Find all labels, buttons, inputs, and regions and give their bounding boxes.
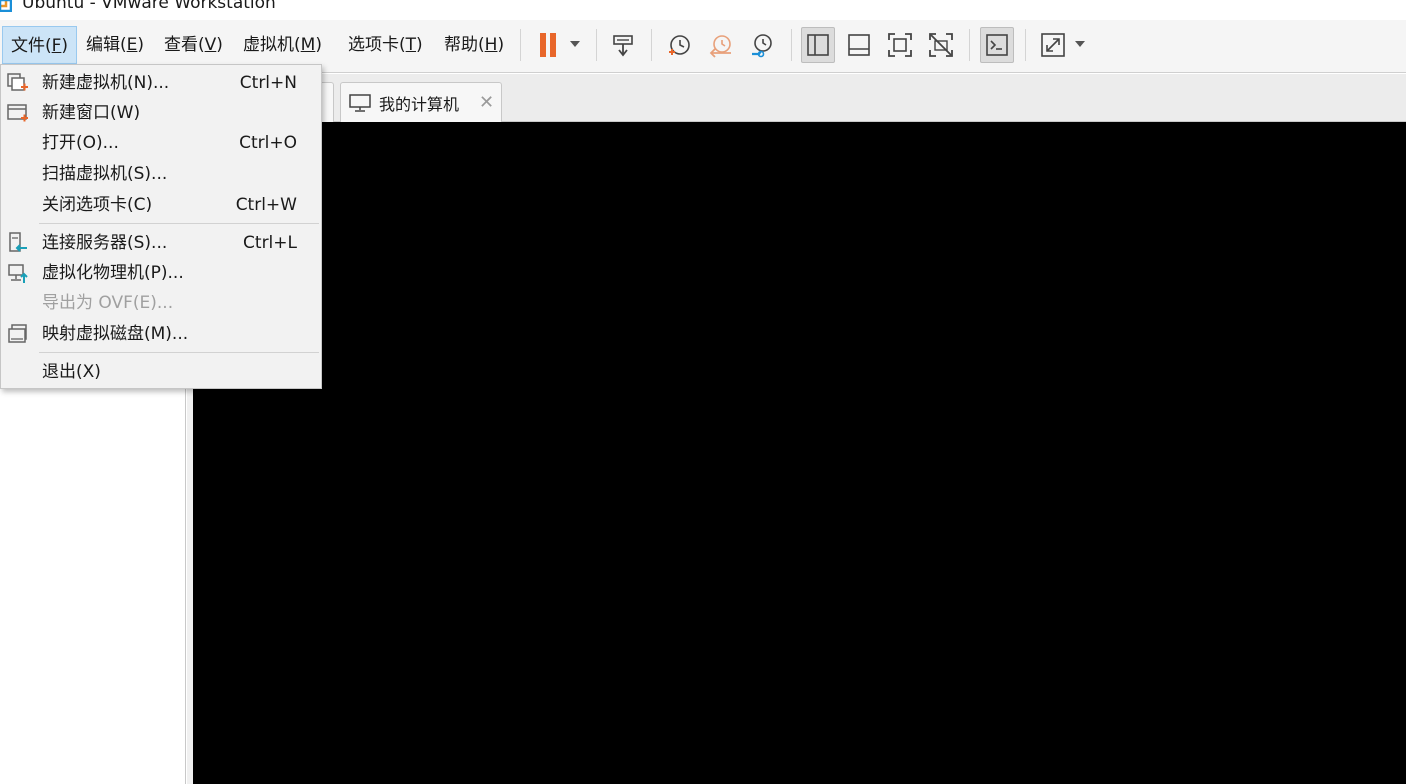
menu-item-close-tab[interactable]: 关闭选项卡(C) Ctrl+W — [1, 190, 321, 220]
menu-tabs[interactable]: 选项卡(T) — [340, 26, 431, 64]
send-ctrl-alt-del-button[interactable] — [607, 27, 641, 63]
toolbar-separator — [596, 29, 597, 61]
vmware-logo-icon — [0, 0, 12, 12]
menu-item-shortcut: Ctrl+O — [239, 133, 297, 153]
menu-item-map-virtual-disk[interactable]: 映射虚拟磁盘(M)... — [1, 319, 321, 349]
console-view-button[interactable] — [980, 27, 1014, 63]
menu-item-shortcut: Ctrl+L — [243, 233, 297, 253]
menu-item-new-vm[interactable]: 新建虚拟机(N)... Ctrl+N — [1, 68, 321, 98]
full-screen-icon — [888, 33, 912, 57]
pause-button[interactable] — [531, 27, 565, 63]
show-thumbnail-bar-button[interactable] — [842, 27, 876, 63]
vm-console[interactable] — [193, 122, 1406, 784]
menu-item-label: 打开(O)... — [42, 133, 119, 153]
snapshot-icon — [669, 35, 690, 55]
menu-edit[interactable]: 编辑(E) — [78, 26, 152, 64]
show-thumbnail-bar-icon — [848, 34, 870, 56]
stretch-guest-button[interactable] — [1036, 27, 1070, 63]
menu-item-label: 映射虚拟磁盘(M)... — [42, 324, 189, 344]
new-window-icon — [7, 104, 28, 122]
toolbar-separator — [520, 29, 521, 61]
toolbar-separator — [969, 29, 970, 61]
map-disk-icon — [8, 324, 27, 343]
show-library-button[interactable] — [801, 27, 835, 63]
menu-item-exit[interactable]: 退出(X) — [1, 357, 321, 387]
menu-item-scan-vms[interactable]: 扫描虚拟机(S)... — [1, 159, 321, 189]
connect-server-icon — [9, 232, 27, 252]
menu-item-label: 连接服务器(S)... — [42, 233, 168, 253]
tab-label: 我的计算机 — [379, 94, 460, 114]
menu-item-label: 关闭选项卡(C) — [42, 195, 153, 215]
revert-snapshot-button[interactable] — [704, 27, 738, 63]
menu-item-export-ovf[interactable]: 导出为 OVF(E)... — [1, 288, 321, 318]
menu-item-connect-server[interactable]: 连接服务器(S)... Ctrl+L — [1, 228, 321, 258]
menu-item-new-window[interactable]: 新建窗口(W) — [1, 98, 321, 128]
toolbar-separator — [1025, 29, 1026, 61]
toolbar-separator — [651, 29, 652, 61]
tab-my-computer[interactable]: 我的计算机 ✕ — [340, 82, 502, 122]
menu-item-label: 新建窗口(W) — [42, 103, 141, 123]
menu-view[interactable]: 查看(V) — [156, 26, 231, 64]
tab-strip: 我的计算机 ✕ — [191, 74, 1406, 122]
take-snapshot-button[interactable] — [662, 27, 696, 63]
full-screen-button[interactable] — [883, 27, 917, 63]
pause-icon — [540, 33, 556, 57]
menu-item-label: 扫描虚拟机(S)... — [42, 164, 168, 184]
console-view-icon — [986, 34, 1008, 56]
toolbar-separator — [791, 29, 792, 61]
menu-file[interactable]: 文件(F) — [2, 26, 78, 64]
menu-item-label: 导出为 OVF(E)... — [42, 293, 174, 313]
menu-vm[interactable]: 虚拟机(M) — [235, 26, 330, 64]
menu-item-open[interactable]: 打开(O)... Ctrl+O — [1, 128, 321, 158]
computer-icon — [349, 93, 371, 112]
window-title: Ubuntu - VMware Workstation — [22, 0, 276, 13]
file-menu-dropdown: 新建虚拟机(N)... Ctrl+N 新建窗口(W) 打开(O)... Ctrl… — [0, 64, 322, 389]
menu-item-label: 虚拟化物理机(P)... — [42, 263, 184, 283]
menu-separator — [39, 223, 319, 224]
menu-item-label: 退出(X) — [42, 362, 101, 382]
unity-icon — [929, 33, 953, 57]
title-bar: Ubuntu - VMware Workstation — [0, 0, 1406, 20]
menu-item-label: 新建虚拟机(N)... — [42, 73, 170, 93]
snapshot-manager-icon — [752, 34, 772, 58]
unity-button[interactable] — [924, 27, 958, 63]
menu-item-virtualize-physical[interactable]: 虚拟化物理机(P)... — [1, 258, 321, 288]
revert-snapshot-icon — [709, 35, 731, 58]
virtualize-physical-icon — [8, 264, 28, 283]
menu-item-shortcut: Ctrl+W — [235, 195, 297, 215]
snapshot-manager-button[interactable] — [745, 27, 779, 63]
menu-item-shortcut: Ctrl+N — [239, 73, 297, 93]
stretch-guest-icon — [1041, 33, 1065, 57]
close-tab-icon[interactable]: ✕ — [479, 92, 494, 113]
pause-dropdown-arrow-icon[interactable] — [570, 41, 580, 47]
menu-separator — [39, 352, 319, 353]
menu-help[interactable]: 帮助(H) — [436, 26, 512, 64]
stretch-dropdown-arrow-icon[interactable] — [1075, 41, 1085, 47]
show-library-icon — [807, 34, 829, 56]
send-ctrl-alt-del-icon — [613, 35, 633, 57]
new-vm-icon — [7, 73, 28, 91]
